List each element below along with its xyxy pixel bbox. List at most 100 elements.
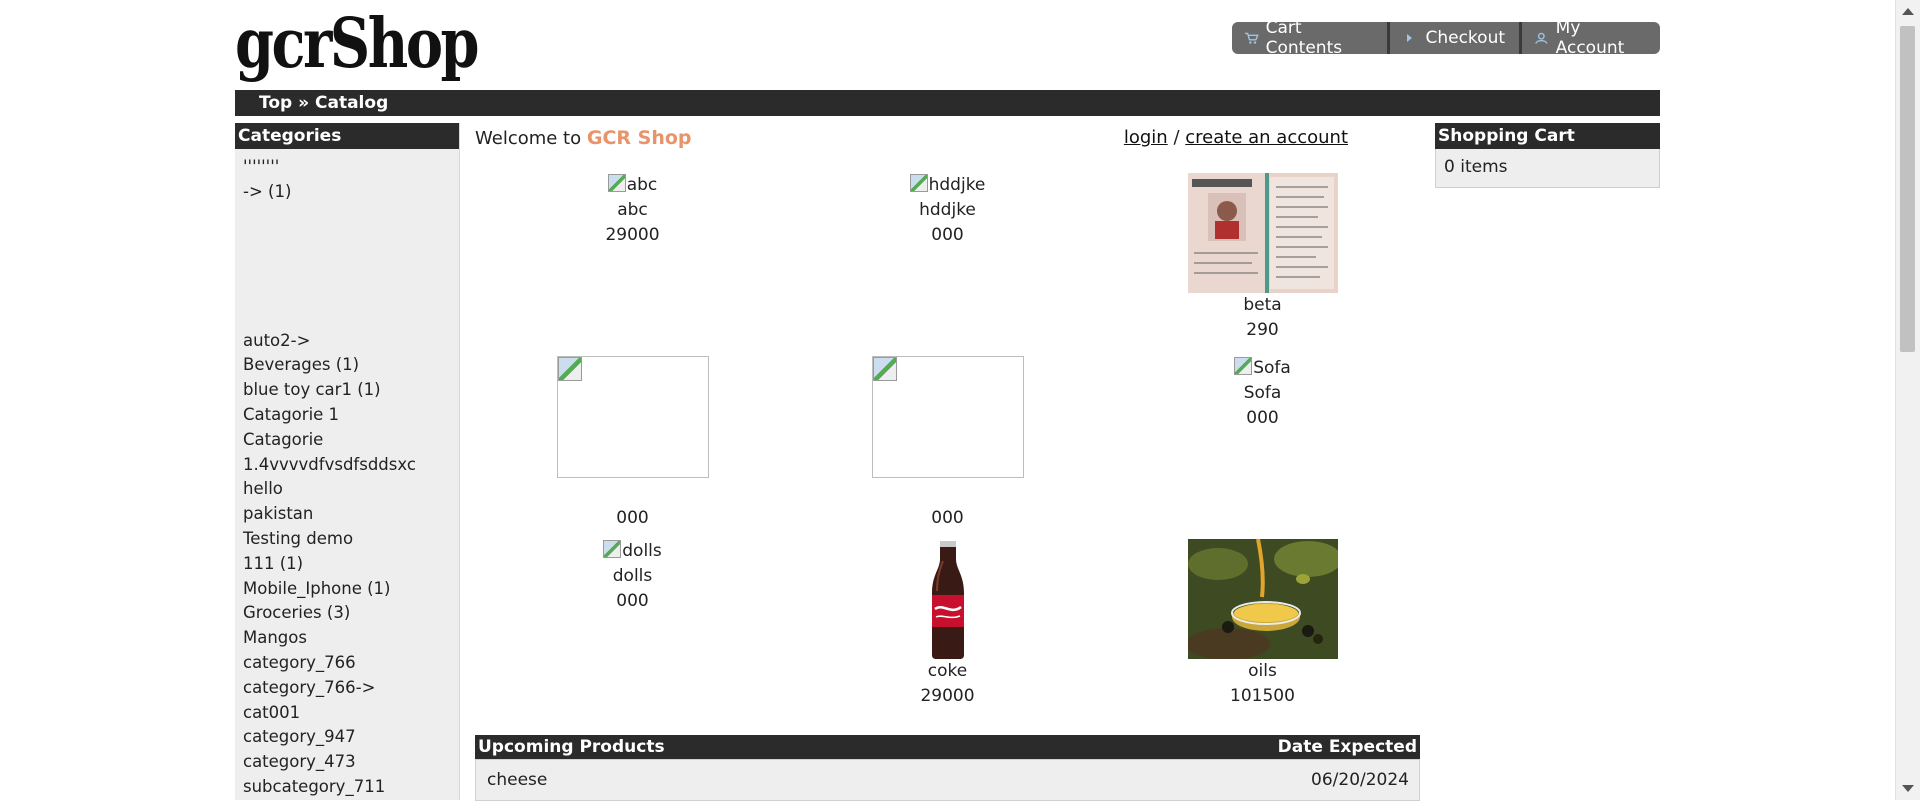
category-item[interactable]: category_473 — [243, 750, 459, 775]
product-price: 000 — [1246, 408, 1279, 428]
cart-contents-button[interactable]: Cart Contents — [1232, 22, 1391, 54]
product-name[interactable]: dolls — [475, 564, 790, 589]
main-content: Welcome to GCR Shop login / create an ac… — [475, 123, 1420, 801]
product-price: 000 — [616, 591, 649, 611]
product-image[interactable]: Sofa — [1234, 356, 1291, 381]
user-icon — [1535, 32, 1548, 44]
product-image-alt: hddjke — [928, 175, 986, 195]
checkout-label: Checkout — [1425, 28, 1506, 48]
category-spacer — [243, 205, 459, 329]
product-image[interactable]: hddjke — [909, 173, 986, 198]
category-item[interactable]: auto2-> — [243, 329, 459, 354]
product-image[interactable]: dolls — [603, 539, 662, 564]
product-price: 101500 — [1230, 686, 1295, 706]
broken-image-icon — [1234, 357, 1253, 375]
category-item[interactable]: Groceries (3) — [243, 601, 459, 626]
product-image[interactable] — [556, 356, 709, 478]
breadcrumb-separator: » — [298, 93, 310, 113]
broken-image-icon — [909, 174, 928, 192]
page-wrapper: gcrShop Cart Contents Checkout My Accoun… — [235, 0, 1660, 801]
category-item[interactable]: -> (1) — [243, 180, 459, 205]
categories-heading: Categories — [235, 123, 459, 149]
scroll-down-arrow-icon[interactable] — [1902, 785, 1914, 792]
product-card: coke 29000 — [790, 539, 1105, 709]
broken-image-icon — [607, 174, 626, 192]
table-row: cheese 06/20/2024 — [475, 759, 1420, 801]
product-price: 29000 — [920, 686, 975, 706]
breadcrumb: Top » Catalog — [235, 90, 1660, 116]
product-price: 290 — [1246, 320, 1279, 340]
category-item[interactable]: Testing demo — [243, 527, 459, 552]
date-expected-header: Date Expected — [1277, 737, 1417, 757]
id-card-photo[interactable] — [1187, 173, 1338, 293]
product-name[interactable]: beta — [1105, 293, 1420, 318]
category-item[interactable]: category_766 — [243, 651, 459, 676]
welcome-message: Welcome to GCR Shop — [475, 127, 692, 149]
category-item[interactable]: subcategory_711 — [243, 775, 459, 800]
product-image-alt: Sofa — [1253, 358, 1291, 378]
category-item[interactable]: category_766-> — [243, 676, 459, 701]
product-card: 000 — [475, 356, 790, 531]
upcoming-header: Upcoming Products Date Expected — [475, 735, 1420, 759]
product-image-alt: dolls — [622, 541, 662, 561]
category-item[interactable]: Mangos — [243, 626, 459, 651]
coke-bottle-photo[interactable] — [872, 539, 1023, 659]
olive-oil-photo[interactable] — [1187, 539, 1338, 659]
product-price: 29000 — [605, 225, 660, 245]
category-item[interactable]: Catagorie — [243, 428, 459, 453]
my-account-label: My Account — [1555, 22, 1625, 54]
upcoming-product-name[interactable]: cheese — [487, 770, 547, 790]
category-item[interactable]: Catagorie 1 — [243, 403, 459, 428]
product-card: 000 — [790, 356, 1105, 531]
category-item[interactable]: 1.4vvvvdfvsdfsddsxc — [243, 453, 459, 478]
product-price: 000 — [616, 508, 649, 528]
product-image[interactable] — [871, 356, 1024, 478]
product-image-alt: abc — [626, 175, 658, 195]
category-item[interactable]: category_947 — [243, 725, 459, 750]
breadcrumb-catalog-link[interactable]: Catalog — [315, 93, 388, 113]
auth-separator: / — [1173, 127, 1180, 148]
category-item[interactable]: pakistan — [243, 502, 459, 527]
category-item[interactable]: cat001 — [243, 701, 459, 726]
upcoming-title: Upcoming Products — [478, 737, 665, 757]
product-card: beta 290 — [1105, 173, 1420, 343]
broken-image-icon — [557, 357, 582, 381]
login-link[interactable]: login — [1124, 127, 1168, 148]
product-name[interactable]: abc — [475, 198, 790, 223]
shopping-cart-heading[interactable]: Shopping Cart — [1435, 123, 1660, 149]
product-price: 000 — [931, 508, 964, 528]
category-item[interactable]: hello — [243, 477, 459, 502]
auth-links: login / create an account — [1124, 127, 1348, 148]
product-name[interactable]: coke — [790, 659, 1105, 684]
my-account-button[interactable]: My Account — [1522, 22, 1660, 54]
upcoming-product-date: 06/20/2024 — [1311, 770, 1409, 790]
category-item[interactable]: '''''''' — [243, 155, 459, 180]
category-item[interactable]: 111 (1) — [243, 552, 459, 577]
shopping-cart-box: Shopping Cart 0 items — [1435, 123, 1660, 188]
breadcrumb-top-link[interactable]: Top — [259, 93, 292, 113]
product-card: Sofa Sofa 000 — [1105, 356, 1420, 431]
checkout-button[interactable]: Checkout — [1390, 22, 1523, 54]
category-item[interactable]: Beverages (1) — [243, 353, 459, 378]
broken-image-icon — [603, 540, 622, 558]
create-account-link[interactable]: create an account — [1185, 127, 1348, 148]
scrollbar-thumb[interactable] — [1900, 26, 1915, 352]
category-item[interactable]: Mobile_Iphone (1) — [243, 577, 459, 602]
product-image[interactable]: abc — [607, 173, 658, 198]
product-name[interactable]: oils — [1105, 659, 1420, 684]
product-card: dolls dolls 000 — [475, 539, 790, 614]
category-item[interactable]: blue toy car1 (1) — [243, 378, 459, 403]
category-list: '''''''' -> (1) auto2-> Beverages (1) bl… — [235, 149, 459, 800]
cart-item-count: 0 items — [1435, 149, 1660, 188]
broken-image-icon — [872, 357, 897, 381]
site-logo[interactable]: gcrShop — [235, 4, 480, 84]
scroll-up-arrow-icon[interactable] — [1902, 8, 1914, 15]
product-name[interactable]: Sofa — [1105, 381, 1420, 406]
product-name[interactable]: hddjke — [790, 198, 1105, 223]
welcome-prefix: Welcome to — [475, 128, 582, 149]
shop-name: GCR Shop — [586, 127, 692, 149]
page-scrollbar[interactable] — [1895, 0, 1920, 800]
product-price: 000 — [931, 225, 964, 245]
